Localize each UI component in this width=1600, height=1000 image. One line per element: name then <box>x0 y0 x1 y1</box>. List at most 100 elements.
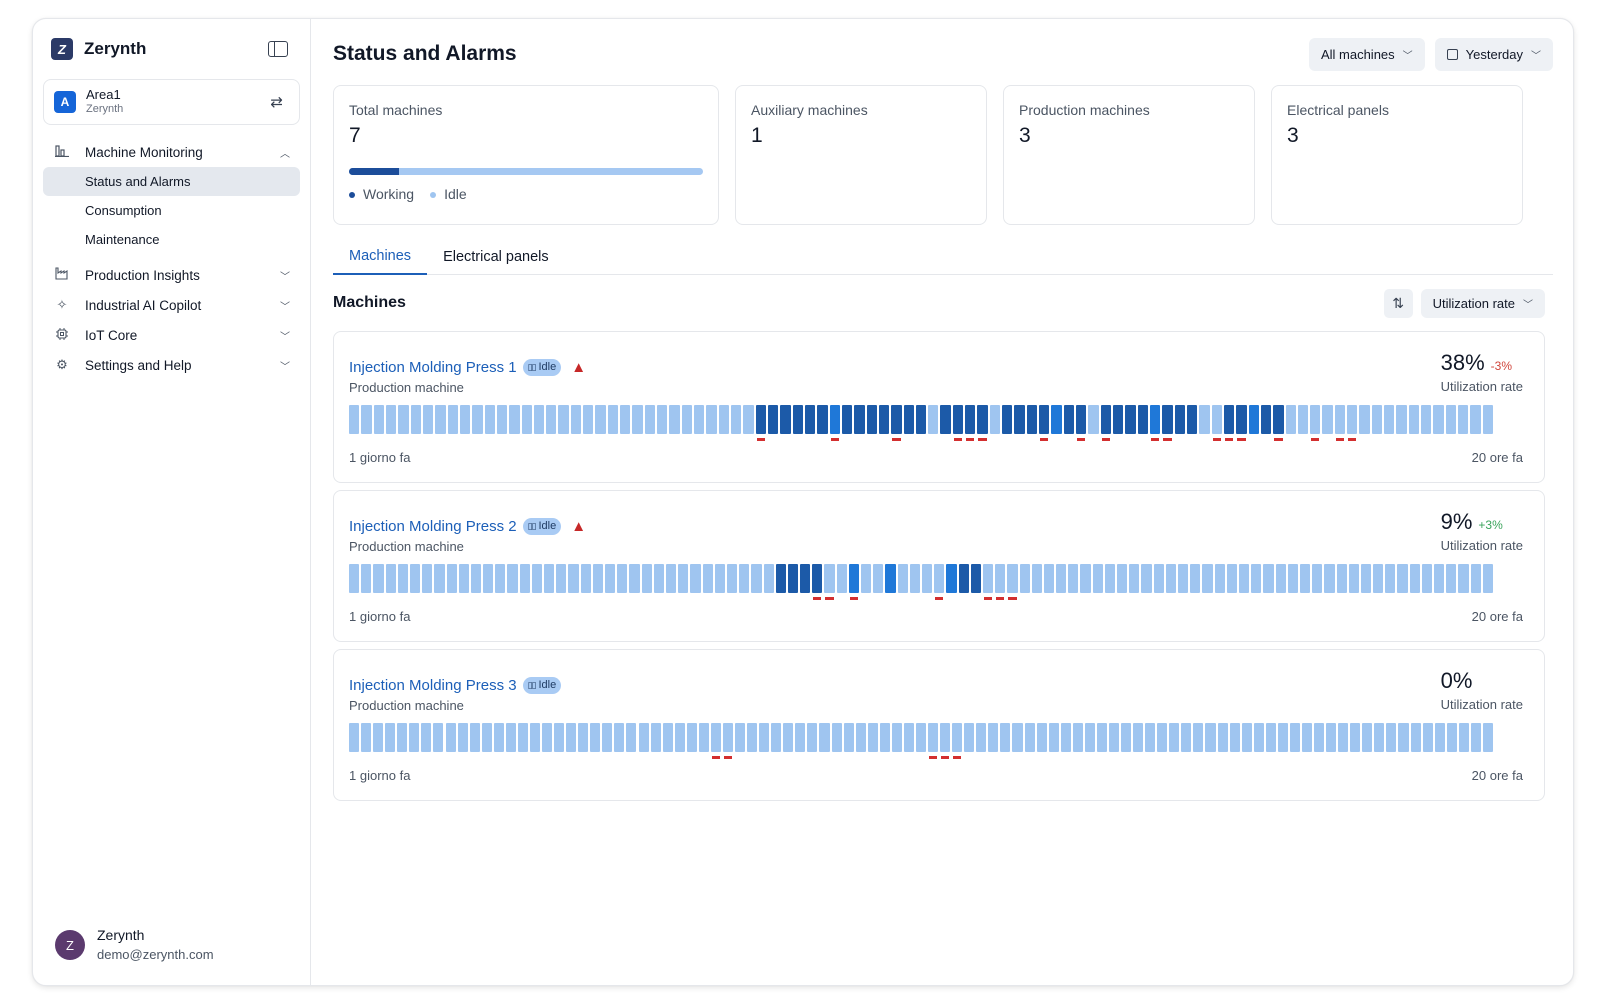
timeline-segment[interactable] <box>1285 405 1296 434</box>
timeline-segment[interactable] <box>349 405 360 434</box>
timeline-segment[interactable] <box>698 723 709 752</box>
timeline-segment[interactable] <box>1186 405 1198 434</box>
timeline-segment[interactable] <box>861 564 872 593</box>
timeline-segment[interactable] <box>866 405 877 434</box>
timeline-segment[interactable] <box>421 723 432 752</box>
timeline-segment[interactable] <box>1248 405 1259 434</box>
machine-card[interactable]: Injection Molding Press 3 ▯▯ Idle Produc… <box>333 649 1545 801</box>
timeline-segment[interactable] <box>1338 723 1349 752</box>
timeline-segment[interactable] <box>1260 405 1272 434</box>
timeline-segment[interactable] <box>995 564 1006 593</box>
timeline-segment[interactable] <box>457 723 468 752</box>
timeline-segment[interactable] <box>873 564 884 593</box>
timeline-segment[interactable] <box>570 405 582 434</box>
timeline-segment[interactable] <box>1088 405 1099 434</box>
timeline-segment[interactable] <box>915 723 927 752</box>
timeline-segment[interactable] <box>1165 564 1177 593</box>
timeline-segment[interactable] <box>566 723 577 752</box>
alarm-marker[interactable] <box>941 756 950 759</box>
timeline-segment[interactable] <box>824 564 835 593</box>
timeline-segment[interactable] <box>484 405 495 434</box>
timeline-segment[interactable] <box>1014 405 1025 434</box>
timeline-segment[interactable] <box>470 564 482 593</box>
timeline-segment[interactable] <box>1253 723 1264 752</box>
timeline-segment[interactable] <box>665 564 677 593</box>
timeline-segment[interactable] <box>1024 723 1035 752</box>
timeline-segment[interactable] <box>531 564 543 593</box>
timeline-segment[interactable] <box>1121 723 1132 752</box>
timeline-segment[interactable] <box>1214 564 1225 593</box>
timeline-segment[interactable] <box>373 564 384 593</box>
timeline-segment[interactable] <box>507 564 518 593</box>
nav-group-iot-core[interactable]: IoT Core ﹀ <box>43 320 300 350</box>
timeline-segment[interactable] <box>607 405 619 434</box>
timeline-segment[interactable] <box>1060 723 1071 752</box>
timeline-segment[interactable] <box>1386 723 1397 752</box>
alarm-marker[interactable] <box>1150 438 1160 441</box>
status-timeline[interactable] <box>349 564 1523 604</box>
timeline-segment[interactable] <box>977 405 988 434</box>
timeline-segment[interactable] <box>373 723 384 752</box>
timeline-segment[interactable] <box>385 723 396 752</box>
timeline-segment[interactable] <box>1374 723 1385 752</box>
timeline-segment[interactable] <box>1409 564 1420 593</box>
timeline-segment[interactable] <box>1301 723 1313 752</box>
timeline-segment[interactable] <box>533 405 545 434</box>
timeline-segment[interactable] <box>469 723 480 752</box>
alarm-marker[interactable] <box>723 756 732 759</box>
alarm-marker[interactable] <box>978 438 987 441</box>
sidebar-item-status-and-alarms[interactable]: Status and Alarms <box>43 167 300 196</box>
timeline-segment[interactable] <box>496 405 508 434</box>
timeline-segment[interactable] <box>472 405 483 434</box>
timeline-segment[interactable] <box>964 723 975 752</box>
timeline-segment[interactable] <box>940 405 951 434</box>
timeline-segment[interactable] <box>653 564 664 593</box>
timeline-segment[interactable] <box>755 405 766 434</box>
timeline-segment[interactable] <box>1072 723 1083 752</box>
timeline-segment[interactable] <box>1117 564 1128 593</box>
timeline-segment[interactable] <box>891 405 902 434</box>
timeline-segment[interactable] <box>841 405 853 434</box>
timeline-segment[interactable] <box>751 564 762 593</box>
alarm-marker[interactable] <box>1224 438 1234 441</box>
timeline-segment[interactable] <box>517 723 528 752</box>
timeline-segment[interactable] <box>1251 564 1262 593</box>
status-timeline[interactable] <box>349 405 1523 445</box>
timeline-segment[interactable] <box>1149 405 1161 434</box>
machine-name-link[interactable]: Injection Molding Press 3 <box>349 677 517 694</box>
timeline-segment[interactable] <box>1421 405 1432 434</box>
timeline-segment[interactable] <box>385 564 396 593</box>
timeline-segment[interactable] <box>1141 564 1152 593</box>
alarm-marker[interactable] <box>830 438 839 441</box>
timeline-segment[interactable] <box>1100 405 1111 434</box>
timeline-segment[interactable] <box>934 564 945 593</box>
swap-icon[interactable]: ⇄ <box>270 93 283 111</box>
timeline-segment[interactable] <box>1223 405 1235 434</box>
timeline-segment[interactable] <box>885 564 896 593</box>
timeline-segment[interactable] <box>620 405 631 434</box>
timeline-segment[interactable] <box>946 564 957 593</box>
timeline-segment[interactable] <box>1297 405 1309 434</box>
timeline-segment[interactable] <box>481 723 492 752</box>
alarm-marker[interactable] <box>1077 438 1086 441</box>
alarm-marker[interactable] <box>929 756 938 759</box>
timeline-segment[interactable] <box>915 405 927 434</box>
timeline-segment[interactable] <box>373 405 384 434</box>
timeline-segment[interactable] <box>1199 405 1210 434</box>
timeline-segment[interactable] <box>1347 405 1358 434</box>
alarm-marker[interactable] <box>892 438 901 441</box>
timeline-segment[interactable] <box>519 564 530 593</box>
timeline-segment[interactable] <box>644 405 656 434</box>
timeline-segment[interactable] <box>878 405 890 434</box>
sort-by-dropdown[interactable]: Utilization rate ﹀ <box>1420 288 1545 318</box>
alarm-marker[interactable] <box>1335 438 1345 441</box>
timeline-segment[interactable] <box>1063 405 1075 434</box>
timeline-segment[interactable] <box>867 723 878 752</box>
timeline-segment[interactable] <box>958 564 969 593</box>
timeline-segment[interactable] <box>678 564 689 593</box>
timeline-segment[interactable] <box>1012 723 1023 752</box>
timeline-segment[interactable] <box>1445 405 1457 434</box>
timeline-segment[interactable] <box>731 405 742 434</box>
timeline-segment[interactable] <box>1000 723 1011 752</box>
alarm-marker[interactable] <box>1040 438 1049 441</box>
